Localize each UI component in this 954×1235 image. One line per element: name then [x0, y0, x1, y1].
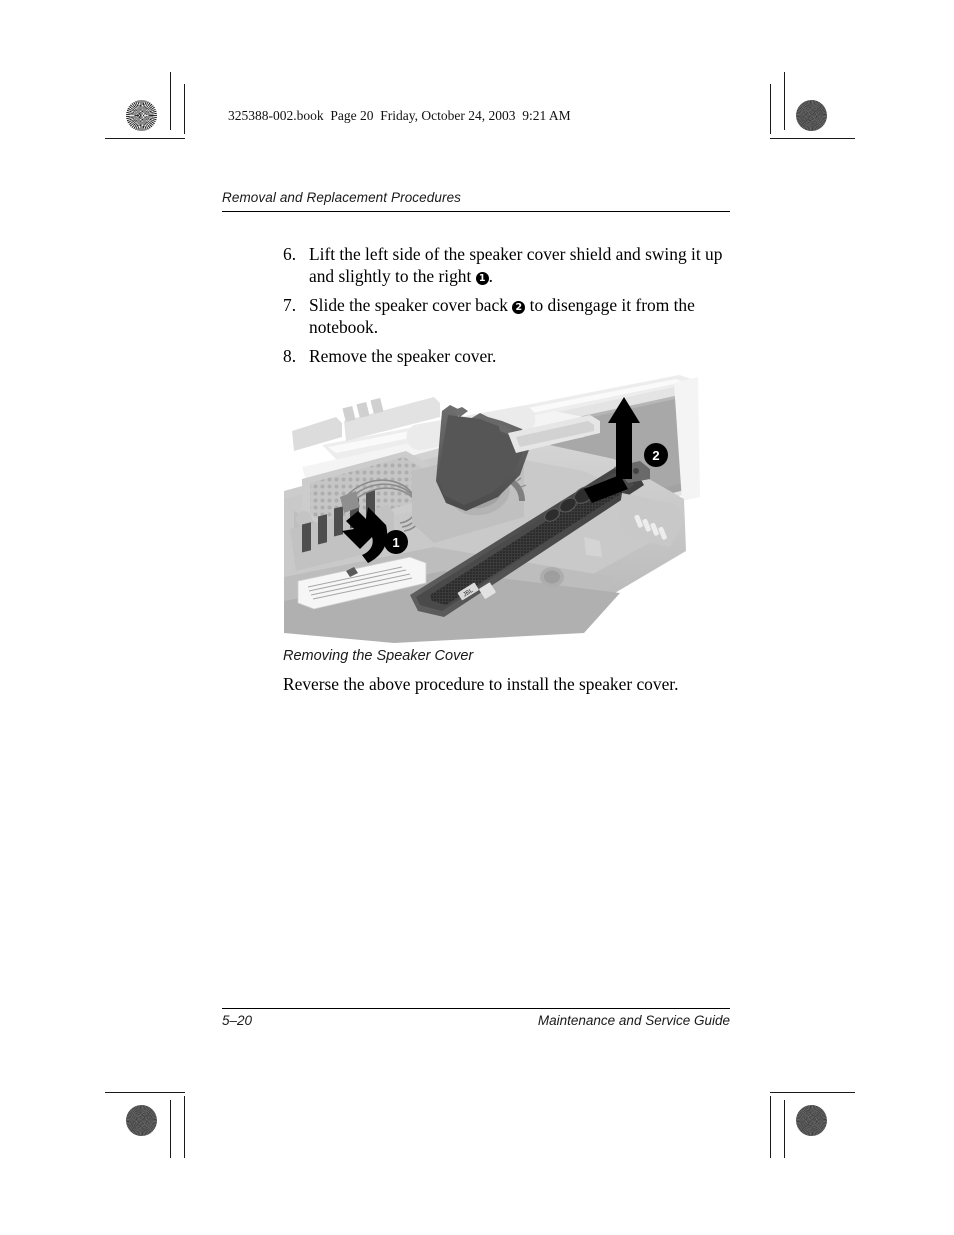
- halftone-star-target-top-right: [796, 100, 827, 131]
- crop-mark-top-left-outer: [170, 72, 171, 130]
- step-text-tail: .: [488, 265, 494, 286]
- footer-page-number: 5–20: [222, 1013, 253, 1028]
- step-text: Lift the left side of the speaker cover …: [309, 244, 723, 286]
- crop-mark-bottom-left-outer: [170, 1100, 171, 1158]
- crop-mark-top-right-outer: [784, 72, 785, 130]
- svg-text:2: 2: [652, 448, 659, 463]
- svg-text:1: 1: [392, 535, 399, 550]
- reverse-procedure-note: Reverse the above procedure to install t…: [283, 674, 679, 694]
- speaker-cover-illustration: JBL 1 2: [284, 371, 700, 643]
- crop-mark-top-left-inner: [184, 84, 185, 134]
- registration-mark-bottom-center: [462, 1105, 496, 1139]
- slug-line: 325388-002.book Page 20 Friday, October …: [228, 108, 571, 123]
- footer-rule: [222, 1008, 730, 1010]
- callout-2-inline: 2: [512, 301, 526, 314]
- registration-mark-top-left: [193, 98, 227, 132]
- registration-mark-right-middle: [803, 598, 837, 632]
- step-text: Slide the speaker cover back: [309, 295, 513, 315]
- step-number: 7.: [283, 295, 297, 315]
- crop-mark-left-lower: [105, 1092, 185, 1093]
- step-number: 6.: [283, 244, 297, 264]
- list-item: 6. Lift the left side of the speaker cove…: [283, 244, 735, 287]
- registration-mark-right-lower: [803, 1058, 837, 1092]
- registration-mark-bottom-right: [745, 1105, 779, 1139]
- list-item: 7. Slide the speaker cover back 2 to dise…: [283, 295, 735, 338]
- running-head-rule: [222, 211, 730, 213]
- step-number: 8.: [283, 346, 297, 366]
- crop-mark-right-lower: [770, 1092, 855, 1093]
- halftone-star-target-top-left: [126, 100, 157, 131]
- running-head: Removal and Replacement Procedures: [222, 190, 462, 205]
- callout-1-inline: 1: [475, 271, 489, 285]
- figure-caption: Removing the Speaker Cover: [283, 648, 474, 664]
- crop-mark-bottom-right-outer: [784, 1100, 785, 1158]
- crop-mark-bottom-left-inner: [184, 1096, 185, 1158]
- step-text: Remove the speaker cover.: [309, 346, 497, 366]
- callout-2-badge: 2: [644, 443, 668, 467]
- registration-mark-left-upper: [126, 139, 160, 173]
- halftone-star-target-bottom-left: [126, 1105, 157, 1136]
- footer-guide-title: Maintenance and Service Guide: [537, 1013, 730, 1028]
- registration-mark-right-upper: [803, 139, 837, 173]
- registration-mark-bottom-left: [193, 1105, 227, 1139]
- registration-mark-left-middle: [126, 598, 160, 632]
- list-item: 8. Remove the speaker cover.: [283, 346, 735, 368]
- registration-mark-left-lower: [126, 1058, 160, 1092]
- figure-speaker-cover-removal: JBL 1 2: [284, 371, 700, 643]
- halftone-star-target-bottom-right: [796, 1105, 827, 1136]
- registration-mark-top-right: [745, 98, 779, 132]
- callout-1-badge: 1: [384, 530, 408, 554]
- procedure-step-list: 6. Lift the left side of the speaker cove…: [283, 244, 735, 376]
